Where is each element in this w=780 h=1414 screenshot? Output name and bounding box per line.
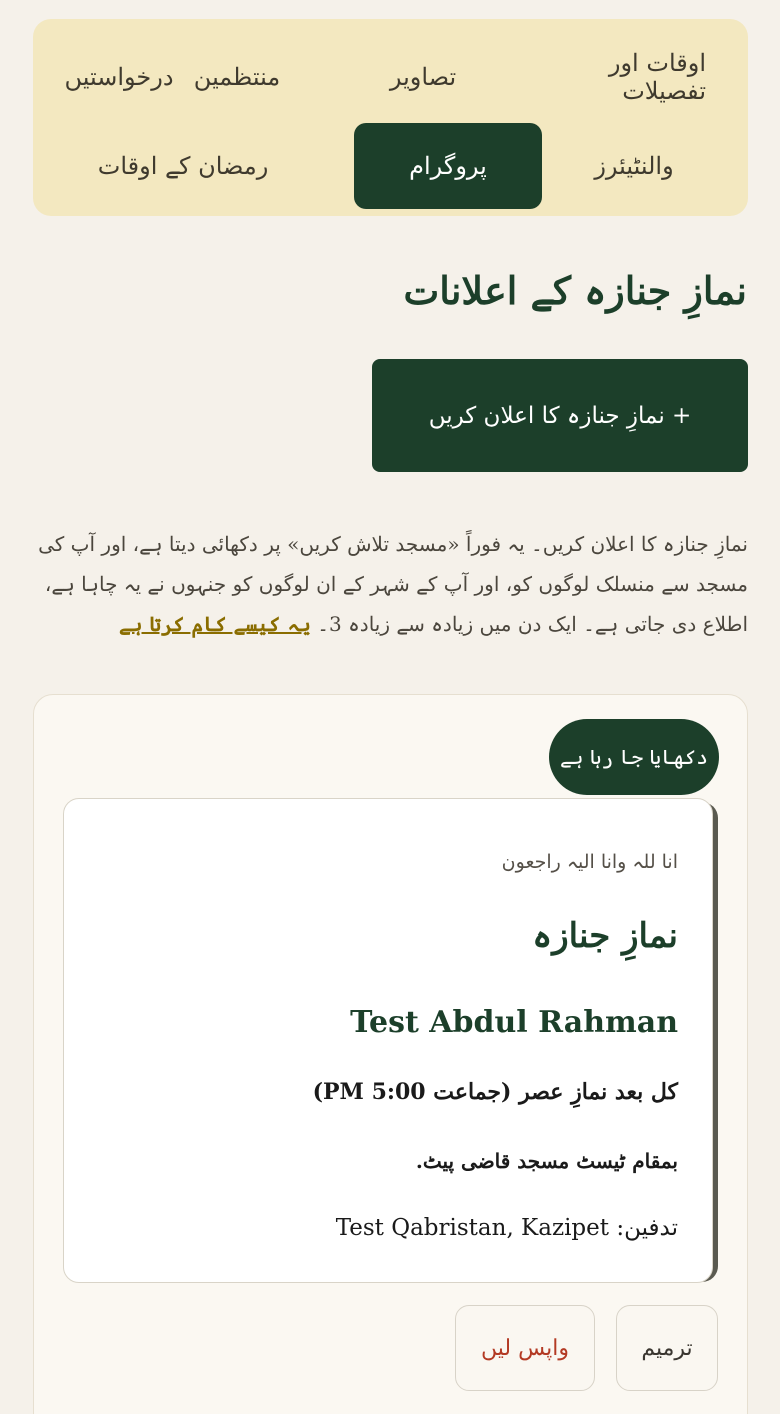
burial-info: تدفین: Test Qabristan, Kazipet xyxy=(336,1215,678,1241)
withdraw-button[interactable]: واپس لیں xyxy=(455,1305,595,1391)
tab-photos[interactable]: تصاویر xyxy=(329,34,517,120)
prayer-location: بمقام ٹیسٹ مسجد قاضی پیٹ. xyxy=(415,1149,678,1173)
deceased-name: Test Abdul Rahman xyxy=(350,1005,678,1040)
status-badge: دکھایا جا رہا ہے xyxy=(549,719,719,795)
prayer-timing: کل بعد نمازِ عصر (جماعت 5:00 PM) xyxy=(312,1079,678,1105)
tab-panel: اوقات اور تفصیلات تصاویر منتظمین درخواست… xyxy=(33,19,748,216)
page: اوقات اور تفصیلات تصاویر منتظمین درخواست… xyxy=(0,0,780,1414)
verse-text: انا للہ وانا الیہ راجعون xyxy=(501,851,678,873)
tab-ramadan-timings[interactable]: رمضان کے اوقات xyxy=(89,123,277,209)
description-text: نمازِ جنازہ کا اعلان کریں۔ یہ فوراً «مسج… xyxy=(33,524,748,644)
tab-timings-details[interactable]: اوقات اور تفصیلات xyxy=(518,34,706,120)
how-it-works-link[interactable]: یہ کیسے کام کرتا ہے xyxy=(119,612,311,636)
janaza-notice: انا للہ وانا الیہ راجعون نمازِ جنازہ Tes… xyxy=(63,798,713,1283)
burial-label: تدفین: xyxy=(616,1215,678,1241)
burial-place: Test Qabristan, Kazipet xyxy=(335,1215,610,1241)
tab-requests[interactable]: درخواستیں xyxy=(25,34,213,120)
tab-volunteers[interactable]: والنٹیئرز xyxy=(540,123,728,209)
edit-button[interactable]: ترمیم xyxy=(616,1305,718,1391)
announce-janaza-button[interactable]: + نمازِ جنازہ کا اعلان کریں xyxy=(372,359,748,472)
page-title: نمازِ جنازہ کے اعلانات xyxy=(403,268,747,313)
tab-programs[interactable]: پروگرام xyxy=(354,123,542,209)
notice-heading: نمازِ جنازہ xyxy=(532,916,678,956)
